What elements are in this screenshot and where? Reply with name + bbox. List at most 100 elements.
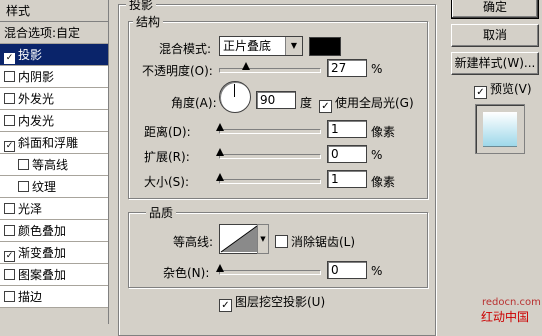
style-item-label: 外发光 bbox=[18, 92, 55, 106]
style-item-label: 投影 bbox=[18, 48, 43, 62]
opacity-unit: % bbox=[371, 62, 383, 76]
new-style-button[interactable]: 新建样式(W)... bbox=[451, 52, 539, 75]
checkbox-empty-icon bbox=[275, 235, 288, 248]
contour-dropdown-button[interactable]: ▼ bbox=[257, 224, 269, 254]
preview-label: 预览(V) bbox=[490, 82, 532, 96]
angle-dial[interactable] bbox=[219, 81, 251, 113]
check-icon: ✓ bbox=[219, 299, 232, 312]
layer-knockout-label: 图层挖空投影(U) bbox=[235, 295, 326, 309]
style-item[interactable]: 混合选项:自定 bbox=[0, 22, 108, 44]
style-item-label: 内阴影 bbox=[18, 70, 55, 84]
spread-unit: % bbox=[371, 148, 383, 162]
ok-button[interactable]: 确定 bbox=[451, 0, 539, 19]
style-item-label: 颜色叠加 bbox=[18, 224, 67, 238]
size-slider-thumb[interactable] bbox=[216, 173, 224, 181]
blend-mode-select[interactable]: 正片叠底 ▼ bbox=[219, 36, 303, 56]
use-global-light-label: 使用全局光(G) bbox=[335, 96, 414, 110]
spread-label: 扩展(R): bbox=[144, 150, 190, 164]
style-preview-box bbox=[475, 104, 525, 154]
chevron-down-icon[interactable]: ▼ bbox=[285, 37, 302, 55]
angle-needle bbox=[234, 84, 235, 97]
noise-field[interactable]: 0 bbox=[327, 261, 367, 279]
angle-unit: 度 bbox=[300, 96, 313, 110]
style-preview-swatch bbox=[483, 112, 517, 146]
distance-field[interactable]: 1 bbox=[327, 120, 367, 138]
opacity-slider-track[interactable] bbox=[219, 68, 321, 73]
checkbox-empty-icon[interactable] bbox=[4, 93, 15, 104]
styles-panel: 样式 混合选项:自定 ✓ 投影 内阴影 外发光 内发光 ✓ 斜面和浮雕 等高线 纹理 光泽 颜色叠加 ✓… bbox=[0, 0, 109, 324]
distance-slider-track[interactable] bbox=[219, 129, 321, 134]
noise-label: 杂色(N): bbox=[163, 266, 210, 280]
use-global-light-checkbox[interactable]: ✓ 使用全局光(G) bbox=[319, 94, 414, 113]
anti-alias-checkbox[interactable]: 消除锯齿(L) bbox=[275, 233, 355, 250]
watermark-url: redocn.com bbox=[482, 297, 541, 308]
check-icon[interactable]: ✓ bbox=[4, 141, 15, 152]
style-item-label: 混合选项:自定 bbox=[4, 26, 81, 40]
style-item-label: 渐变叠加 bbox=[18, 246, 67, 260]
opacity-label: 不透明度(O): bbox=[142, 64, 213, 78]
style-item-label: 图案叠加 bbox=[18, 268, 67, 282]
layer-knockout-checkbox[interactable]: ✓ 图层挖空投影(U) bbox=[219, 293, 325, 312]
checkbox-empty-icon[interactable] bbox=[4, 225, 15, 236]
style-item-label: 等高线 bbox=[32, 158, 69, 172]
style-item-label: 内发光 bbox=[18, 114, 55, 128]
structure-title: 结构 bbox=[133, 13, 164, 30]
style-item[interactable]: 光泽 bbox=[0, 198, 108, 220]
style-item-label: 斜面和浮雕 bbox=[18, 136, 79, 150]
check-icon[interactable]: ✓ bbox=[4, 251, 15, 262]
noise-slider-thumb[interactable] bbox=[216, 264, 224, 272]
style-item-label: 纹理 bbox=[32, 180, 57, 194]
style-item[interactable]: ✓ 渐变叠加 bbox=[0, 242, 108, 264]
style-item[interactable]: 外发光 bbox=[0, 88, 108, 110]
drop-shadow-panel: 投影 结构 混合模式: 正片叠底 ▼ 不透明度(O): 27 % 角度(A): … bbox=[109, 0, 441, 336]
style-item[interactable]: 图案叠加 bbox=[0, 264, 108, 286]
style-item[interactable]: 内阴影 bbox=[0, 66, 108, 88]
noise-slider-track[interactable] bbox=[219, 270, 321, 275]
opacity-slider-thumb[interactable] bbox=[242, 62, 250, 70]
checkbox-empty-icon[interactable] bbox=[4, 269, 15, 280]
style-item[interactable]: 描边 bbox=[0, 286, 108, 308]
angle-field[interactable]: 90 bbox=[256, 91, 296, 109]
angle-label: 角度(A): bbox=[171, 96, 217, 110]
opacity-field[interactable]: 27 bbox=[327, 59, 367, 77]
shadow-color-swatch[interactable] bbox=[309, 37, 341, 56]
spread-field[interactable]: 0 bbox=[327, 145, 367, 163]
style-item[interactable]: ✓ 斜面和浮雕 bbox=[0, 132, 108, 154]
size-slider-track[interactable] bbox=[219, 179, 321, 184]
quality-title: 品质 bbox=[146, 204, 177, 221]
check-icon: ✓ bbox=[474, 86, 487, 99]
checkbox-empty-icon[interactable] bbox=[18, 159, 29, 170]
style-item[interactable]: 等高线 bbox=[0, 154, 108, 176]
checkbox-empty-icon[interactable] bbox=[4, 203, 15, 214]
distance-slider-thumb[interactable] bbox=[216, 123, 224, 131]
checkbox-empty-icon[interactable] bbox=[4, 71, 15, 82]
chevron-down-icon: ▼ bbox=[260, 235, 266, 243]
anti-alias-label: 消除锯齿(L) bbox=[291, 235, 356, 249]
checkbox-empty-icon[interactable] bbox=[4, 115, 15, 126]
style-item-label: 描边 bbox=[18, 290, 43, 304]
spread-slider-thumb[interactable] bbox=[216, 148, 224, 156]
size-field[interactable]: 1 bbox=[327, 170, 367, 188]
size-label: 大小(S): bbox=[144, 175, 190, 189]
spread-slider-track[interactable] bbox=[219, 154, 321, 159]
distance-unit: 像素 bbox=[371, 125, 396, 139]
style-item[interactable]: 内发光 bbox=[0, 110, 108, 132]
size-unit: 像素 bbox=[371, 175, 396, 189]
watermark-text: 红动中国 bbox=[481, 310, 530, 324]
style-item[interactable]: 纹理 bbox=[0, 176, 108, 198]
check-icon[interactable]: ✓ bbox=[4, 53, 15, 64]
style-item[interactable]: 颜色叠加 bbox=[0, 220, 108, 242]
preview-checkbox[interactable]: ✓ 预览(V) bbox=[474, 80, 532, 99]
checkbox-empty-icon[interactable] bbox=[4, 291, 15, 302]
cancel-button[interactable]: 取消 bbox=[451, 24, 539, 47]
checkbox-empty-icon[interactable] bbox=[18, 181, 29, 192]
blend-mode-value: 正片叠底 bbox=[223, 39, 272, 53]
style-item-label: 光泽 bbox=[18, 202, 43, 216]
panel-title: 投影 bbox=[126, 0, 157, 13]
contour-picker[interactable] bbox=[219, 224, 259, 254]
blend-mode-label: 混合模式: bbox=[159, 42, 212, 56]
style-item[interactable]: ✓ 投影 bbox=[0, 44, 108, 66]
contour-label: 等高线: bbox=[173, 235, 214, 249]
styles-title: 样式 bbox=[0, 0, 108, 22]
distance-label: 距离(D): bbox=[144, 125, 191, 139]
